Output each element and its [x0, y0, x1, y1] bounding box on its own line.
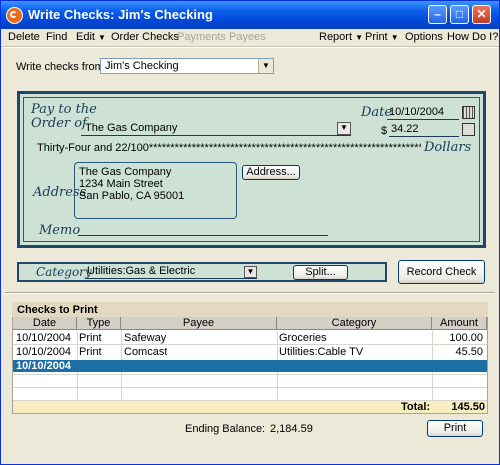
column-header-payee[interactable]: Payee [121, 317, 277, 330]
column-header-date[interactable]: Date [13, 317, 77, 330]
dollar-sign: $ [381, 125, 388, 137]
row-divider [13, 374, 487, 375]
row-amount [433, 360, 483, 372]
ending-balance-label: Ending Balance: [185, 423, 266, 435]
menu-how-do-i[interactable]: How Do I? [447, 31, 498, 43]
row-amount: 100.00 [449, 332, 483, 344]
calendar-icon[interactable] [462, 106, 475, 119]
amount-value: 34.22 [391, 123, 419, 135]
row-divider [13, 387, 487, 388]
write-from-label: Write checks from: [16, 61, 107, 73]
date-value: 10/10/2004 [389, 106, 445, 118]
row-category: Utilities:Cable TV [279, 346, 364, 358]
menu-edit[interactable]: Edit ▼ [76, 31, 106, 43]
total-label: Total: [401, 401, 431, 413]
row-date: 10/10/2004 [16, 332, 72, 344]
section-divider-highlight [5, 293, 495, 294]
quicken-app-icon [6, 7, 23, 24]
menu-bar: Delete Find Edit ▼ Order Checks Payments… [1, 29, 499, 47]
row-payee: Safeway [124, 332, 167, 344]
print-button[interactable]: Print [427, 420, 483, 437]
row-category: Groceries [279, 332, 327, 344]
window-title: Write Checks: Jim's Checking [28, 7, 213, 22]
column-header-type[interactable]: Type [77, 317, 121, 330]
amount-field[interactable]: 34.22 [389, 122, 459, 137]
row-divider [13, 344, 487, 345]
date-field[interactable]: 10/10/2004 [387, 105, 459, 120]
row-date: 10/10/2004 [16, 346, 72, 358]
menu-print[interactable]: Print ▼ [365, 31, 399, 43]
row-payee: Comcast [124, 346, 168, 358]
chevron-down-icon: ▼ [355, 33, 364, 42]
payee-dropdown-icon[interactable]: ▼ [337, 122, 351, 135]
account-select-value: Jim's Checking [105, 60, 179, 72]
table-row[interactable]: 10/10/2004 Print Safeway Groceries 100.0… [13, 332, 487, 344]
row-type: Print [79, 332, 102, 344]
menu-print-label: Print [365, 31, 388, 43]
split-button[interactable]: Split... [293, 265, 348, 280]
ending-balance-value: 2,184.59 [270, 423, 313, 435]
menu-report-label: Report [319, 31, 353, 43]
column-header-category[interactable]: Category [277, 317, 432, 330]
payee-field[interactable]: The Gas Company [81, 121, 351, 136]
amount-in-words: Thirty-Four and 22/100******************… [37, 142, 421, 154]
record-check-button[interactable]: Record Check [398, 260, 485, 284]
dollars-label: Dollars [424, 140, 472, 155]
address-button[interactable]: Address... [242, 165, 300, 180]
maximize-button[interactable]: □ [450, 5, 469, 24]
menu-report[interactable]: Report ▼ [319, 31, 363, 43]
row-date: 10/10/2004 [16, 360, 72, 372]
checks-to-print-header: Checks to Print [12, 302, 488, 317]
column-header-amount[interactable]: Amount [432, 317, 487, 330]
memo-field[interactable] [78, 235, 328, 236]
menu-delete[interactable]: Delete [8, 31, 40, 43]
dropdown-arrow-icon[interactable]: ▼ [258, 59, 273, 73]
table-row[interactable]: 10/10/2004 Print Comcast Utilities:Cable… [13, 346, 487, 358]
chevron-down-icon: ▼ [98, 33, 106, 42]
row-type: Print [79, 346, 102, 358]
checks-to-print-title: Checks to Print [17, 304, 98, 316]
memo-label: Memo [39, 223, 81, 238]
menu-find[interactable]: Find [46, 31, 67, 43]
address-line-1: The Gas Company [79, 166, 172, 178]
chevron-down-icon: ▼ [390, 33, 399, 42]
category-dropdown-icon[interactable]: ▼ [244, 266, 257, 278]
menu-payees: Payees [229, 31, 266, 43]
title-bar[interactable]: Write Checks: Jim's Checking – □ ✕ [1, 1, 499, 29]
menu-order-checks[interactable]: Order Checks [111, 31, 179, 43]
address-line-2: 1234 Main Street [79, 178, 163, 190]
menu-payments: Payments [177, 31, 226, 43]
minimize-button[interactable]: – [428, 5, 447, 24]
payee-value: The Gas Company [85, 122, 178, 134]
row-amount: 45.50 [455, 346, 483, 358]
menu-separator [3, 47, 497, 48]
category-value: Utilities:Gas & Electric [87, 265, 196, 277]
pay-to-line1: Pay to the [31, 102, 97, 117]
write-checks-window: Write Checks: Jim's Checking – □ ✕ Delet… [0, 0, 500, 465]
menu-options[interactable]: Options [405, 31, 443, 43]
close-button[interactable]: ✕ [472, 5, 491, 24]
menu-edit-label: Edit [76, 31, 95, 43]
category-field[interactable]: Utilities:Gas & Electric [85, 264, 257, 279]
account-select[interactable]: Jim's Checking ▼ [100, 58, 274, 74]
category-label: Category [36, 265, 92, 279]
calculator-icon[interactable] [462, 123, 475, 136]
table-row-selected[interactable]: 10/10/2004 [13, 360, 487, 372]
address-line-3: San Pablo, CA 95001 [79, 190, 185, 202]
total-value: 145.50 [451, 401, 485, 413]
